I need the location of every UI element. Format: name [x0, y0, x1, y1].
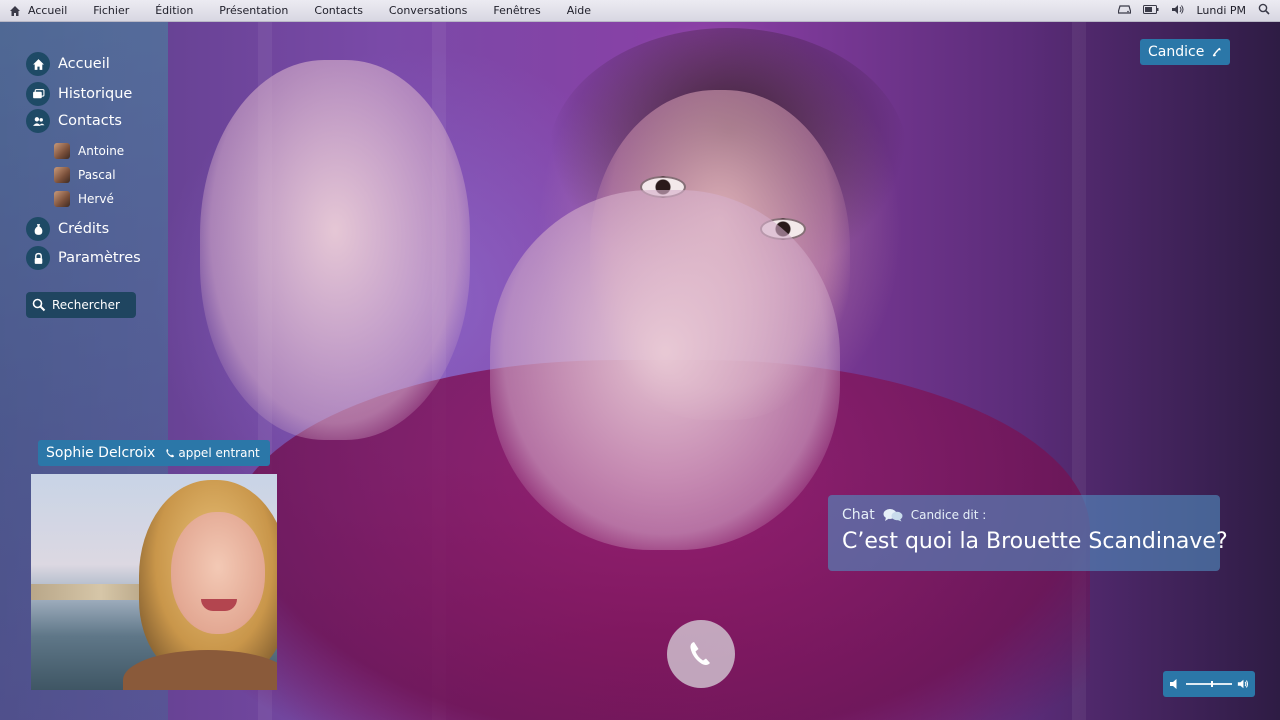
credits-icon	[26, 217, 50, 241]
current-caller-badge[interactable]: Candice	[1140, 39, 1231, 65]
caller-hand-left	[200, 60, 470, 440]
battery-icon[interactable]	[1143, 4, 1159, 17]
contact-item-pascal[interactable]: Pascal	[54, 167, 116, 183]
incoming-call-status: appel entrant	[165, 446, 260, 460]
incoming-caller-name: Sophie Delcroix	[46, 445, 156, 461]
search-button[interactable]: Rechercher	[26, 292, 136, 318]
contact-name: Antoine	[78, 144, 125, 158]
sidebar-item-label: Accueil	[58, 56, 110, 72]
contact-item-antoine[interactable]: Antoine	[54, 143, 124, 159]
history-icon	[26, 82, 50, 106]
search-icon[interactable]	[1258, 3, 1270, 18]
volume-knob[interactable]	[1211, 681, 1214, 687]
sidebar-item-historique[interactable]: Historique	[26, 82, 132, 106]
sidebar-item-accueil[interactable]: Accueil	[26, 52, 110, 76]
volume-track[interactable]	[1186, 681, 1232, 687]
incoming-call-banner[interactable]: Sophie Delcroix appel entrant	[38, 440, 270, 466]
menubar-status-area: Lundi PM	[1118, 3, 1280, 18]
contact-name: Hervé	[78, 192, 114, 206]
avatar	[54, 143, 70, 159]
menu-item-fenetres[interactable]: Fenêtres	[493, 4, 540, 17]
chat-bubbles-icon	[883, 509, 903, 522]
volume-high-icon	[1237, 679, 1249, 689]
chat-header: Chat Candice dit :	[842, 507, 1206, 523]
preview-caller-face	[171, 512, 265, 634]
menu-item-conversations[interactable]: Conversations	[389, 4, 467, 17]
preview-caller-shoulders	[123, 650, 277, 690]
volume-low-icon	[1170, 679, 1177, 689]
contact-name: Pascal	[78, 168, 116, 182]
home-icon	[26, 52, 50, 76]
hang-up-button[interactable]	[667, 620, 735, 688]
sidebar-item-label: Paramètres	[58, 250, 141, 266]
sidebar-item-label: Contacts	[58, 113, 122, 129]
menubar-clock[interactable]: Lundi PM	[1196, 4, 1246, 17]
incoming-call-status-label: appel entrant	[178, 446, 260, 460]
contact-item-herve[interactable]: Hervé	[54, 191, 114, 207]
volume-slider[interactable]	[1163, 671, 1255, 697]
speaker-icon[interactable]	[1171, 4, 1184, 18]
chat-message: C’est quoi la Brouette Scandinave?	[842, 529, 1228, 554]
avatar	[54, 191, 70, 207]
drive-icon[interactable]	[1118, 4, 1132, 17]
menu-bar: Accueil Fichier Édition Présentation Con…	[0, 0, 1280, 22]
phone-icon	[690, 642, 710, 666]
menu-item-accueil[interactable]: Accueil	[28, 4, 67, 17]
menu-item-edition[interactable]: Édition	[155, 4, 193, 17]
phone-icon	[1213, 47, 1221, 56]
lock-icon	[26, 246, 50, 270]
chat-sender-line: Candice dit :	[910, 508, 987, 522]
current-caller-name: Candice	[1148, 44, 1205, 60]
caller-hand-right	[490, 190, 840, 550]
sidebar-item-contacts[interactable]: Contacts	[26, 109, 122, 133]
contacts-icon	[26, 109, 50, 133]
chat-panel[interactable]: Chat Candice dit : C’est quoi la Brouett…	[828, 495, 1228, 571]
home-icon[interactable]	[2, 5, 28, 17]
sidebar-item-parametres[interactable]: Paramètres	[26, 246, 141, 270]
search-icon	[32, 298, 46, 312]
sidebar-item-label: Crédits	[58, 221, 110, 237]
sidebar-item-credits[interactable]: Crédits	[26, 217, 109, 241]
menu-item-presentation[interactable]: Présentation	[219, 4, 288, 17]
incoming-caller-video-preview[interactable]	[31, 474, 277, 690]
menu-item-fichier[interactable]: Fichier	[93, 4, 129, 17]
search-label: Rechercher	[52, 298, 120, 312]
menu-item-contacts[interactable]: Contacts	[314, 4, 363, 17]
menu-item-aide[interactable]: Aide	[567, 4, 591, 17]
phone-icon	[166, 448, 175, 458]
chat-label: Chat	[842, 507, 875, 523]
sidebar-item-label: Historique	[58, 86, 133, 102]
avatar	[54, 167, 70, 183]
